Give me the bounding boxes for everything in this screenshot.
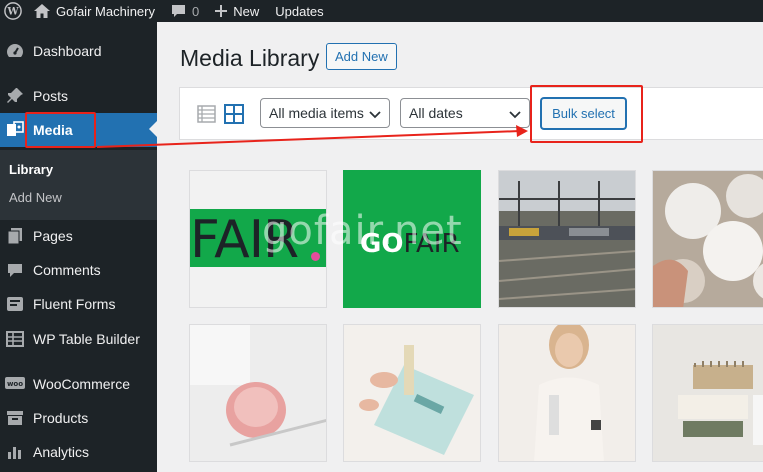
comment-icon (5, 260, 25, 280)
fair-logo-text: FAIR (190, 210, 299, 270)
sidebar-item-label: Posts (33, 88, 69, 104)
sidebar-item-label: Fluent Forms (33, 296, 116, 312)
sidebar-item-label: WP Table Builder (33, 331, 140, 347)
home-icon (34, 4, 50, 18)
pin-icon (5, 86, 25, 106)
sidebar-item-label: Products (33, 410, 89, 426)
sidebar-item-label: Comments (33, 262, 101, 278)
date-filter[interactable]: All dates (400, 98, 530, 128)
media-submenu: Library Add New (0, 150, 157, 220)
wordpress-logo-icon[interactable]: W (0, 0, 28, 22)
date-filter-value: All dates (409, 105, 463, 121)
media-thumbnail[interactable]: GOFAIR (343, 170, 481, 308)
pages-icon (5, 226, 25, 246)
railway-photo (499, 171, 635, 307)
media-thumbnail[interactable] (652, 170, 763, 308)
sidebar-item-label: Analytics (33, 444, 90, 460)
sidebar-item-pages[interactable]: Pages (0, 219, 157, 253)
submenu-item-add-new[interactable]: Add New (9, 190, 62, 205)
chart-icon (5, 442, 25, 462)
site-name: Gofair Machinery (56, 3, 155, 19)
sidebar-item-products[interactable]: Products (0, 401, 157, 435)
updates-label: Updates (275, 3, 324, 19)
compact-photo (190, 325, 326, 461)
submenu-item-library[interactable]: Library (9, 162, 53, 177)
comments-count: 0 (191, 3, 200, 19)
archive-icon (5, 408, 25, 428)
svg-text:woo: woo (7, 380, 23, 388)
chevron-down-icon (369, 111, 381, 119)
gofair-fair: FAIR (403, 229, 460, 259)
gofair-logo: GOFAIR (360, 229, 460, 259)
media-thumbnail[interactable] (498, 324, 636, 462)
sidebar-item-analytics[interactable]: Analytics (0, 435, 157, 469)
sidebar-item-label: Media (33, 122, 73, 138)
media-icon (5, 120, 25, 140)
chevron-down-icon (509, 111, 521, 119)
sidebar-item-label: Dashboard (33, 43, 102, 59)
list-view-icon[interactable] (197, 104, 217, 124)
media-thumbnail[interactable]: FAIR (189, 170, 327, 308)
sidebar-item-comments[interactable]: Comments (0, 253, 157, 287)
media-thumbnail[interactable] (343, 324, 481, 462)
add-new-button[interactable]: Add New (326, 43, 397, 70)
new-label: New (233, 3, 260, 19)
gofair-go: GO (360, 229, 404, 259)
media-type-filter[interactable]: All media items (260, 98, 390, 128)
sidebar-item-fluent-forms[interactable]: Fluent Forms (0, 287, 157, 321)
site-name-link[interactable]: Gofair Machinery (28, 0, 163, 22)
sidebar-item-label: Pages (33, 228, 73, 244)
dashboard-icon (5, 41, 25, 61)
new-content-link[interactable]: New (207, 0, 267, 22)
page-title: Media Library (180, 45, 320, 71)
sidebar-item-media[interactable]: Media (0, 113, 157, 147)
woo-icon: woo (5, 374, 25, 394)
media-thumbnail[interactable] (652, 324, 763, 462)
comments-link[interactable]: 0 (163, 0, 207, 22)
updates-link[interactable]: Updates (267, 0, 331, 22)
media-type-value: All media items (269, 105, 364, 121)
sidebar-item-woocommerce[interactable]: woo WooCommerce (0, 367, 157, 401)
table-icon (5, 329, 25, 349)
fair-logo-dot (311, 252, 320, 261)
svg-text:W: W (6, 7, 19, 18)
admin-sidebar: Dashboard Posts Media Library Add New Pa… (0, 22, 157, 472)
bulk-select-button[interactable]: Bulk select (541, 98, 626, 129)
crystals-photo (653, 171, 763, 307)
media-thumbnail[interactable] (498, 170, 636, 308)
sidebar-item-dashboard[interactable]: Dashboard (0, 34, 157, 68)
media-thumbnail[interactable] (189, 324, 327, 462)
forms-icon (5, 294, 25, 314)
sidebar-item-label: WooCommerce (33, 376, 130, 392)
sidebar-item-wp-table-builder[interactable]: WP Table Builder (0, 322, 157, 356)
admin-bar: W Gofair Machinery 0 New Updates (0, 0, 763, 22)
woman-photo (499, 325, 635, 461)
soap-photo (653, 325, 763, 461)
plus-icon (215, 5, 228, 17)
sidebar-item-posts[interactable]: Posts (0, 79, 157, 113)
grid-view-icon[interactable] (224, 104, 244, 124)
cosmetics-photo (344, 325, 480, 461)
comment-icon (171, 5, 185, 17)
